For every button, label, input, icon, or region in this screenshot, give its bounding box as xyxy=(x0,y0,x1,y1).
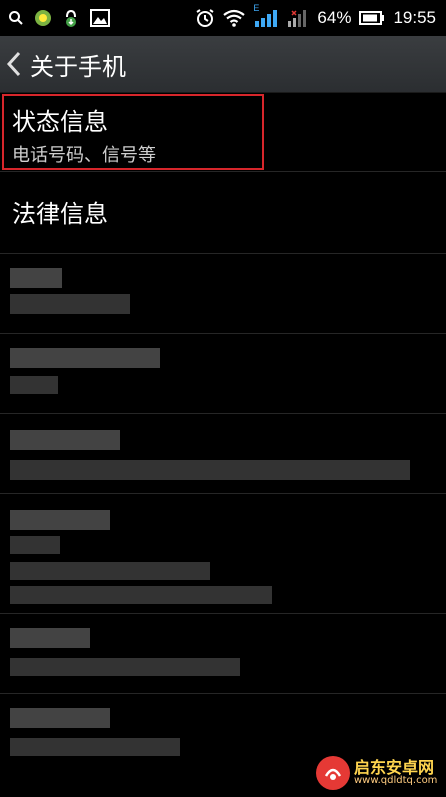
list-item-obscured-4[interactable] xyxy=(0,494,446,614)
status-bar: E 64% 19:55 xyxy=(0,0,446,36)
watermark-url: www.qdldtq.com xyxy=(354,775,438,786)
image-icon xyxy=(90,9,110,27)
pixelated-text xyxy=(10,708,110,728)
pixelated-text xyxy=(10,510,110,530)
action-bar: 关于手机 xyxy=(0,36,446,93)
list-item-obscured-5[interactable] xyxy=(0,614,446,694)
watermark-logo-icon xyxy=(316,756,350,790)
pixelated-text xyxy=(10,268,62,288)
search-icon xyxy=(8,10,24,26)
page-title: 关于手机 xyxy=(30,52,126,81)
list-item-obscured-2[interactable] xyxy=(0,334,446,414)
pixelated-text xyxy=(10,562,210,580)
network-type-label: E xyxy=(253,3,260,13)
pixelated-text xyxy=(10,376,58,394)
list-item-subtitle: 电话号码、信号等 xyxy=(12,145,156,166)
pixelated-text xyxy=(10,348,160,368)
pixelated-text xyxy=(10,738,180,756)
watermark: 启东安卓网 www.qdldtq.com xyxy=(316,756,437,790)
pixelated-text xyxy=(10,586,272,604)
pixelated-text xyxy=(10,628,90,648)
list-item-title: 法律信息 xyxy=(12,200,108,228)
watermark-title: 启东安卓网 xyxy=(354,758,435,777)
signal-icon-2 xyxy=(287,9,309,27)
list-item-legal-info[interactable]: 法律信息 xyxy=(0,172,446,254)
pixelated-text xyxy=(10,294,130,314)
settings-list: 状态信息 电话号码、信号等 法律信息 xyxy=(0,92,446,774)
wifi-icon xyxy=(223,9,246,27)
list-item-obscured-1[interactable] xyxy=(0,254,446,334)
pixelated-text xyxy=(10,658,240,676)
battery-percent: 64% xyxy=(317,8,352,27)
list-item-obscured-3[interactable] xyxy=(0,414,446,494)
clock: 19:55 xyxy=(393,8,436,27)
list-item-status-info[interactable]: 状态信息 电话号码、信号等 xyxy=(0,92,446,172)
pixelated-text xyxy=(10,536,60,554)
download-icon xyxy=(62,8,80,28)
alarm-icon xyxy=(195,8,215,28)
list-item-title: 状态信息 xyxy=(12,108,108,136)
back-button[interactable] xyxy=(6,48,26,80)
signal-icon: E xyxy=(253,3,279,27)
battery-icon xyxy=(359,11,385,25)
pixelated-text xyxy=(10,430,120,450)
chevron-left-icon xyxy=(6,51,21,77)
app-green-icon xyxy=(34,9,52,27)
pixelated-text xyxy=(10,460,410,480)
